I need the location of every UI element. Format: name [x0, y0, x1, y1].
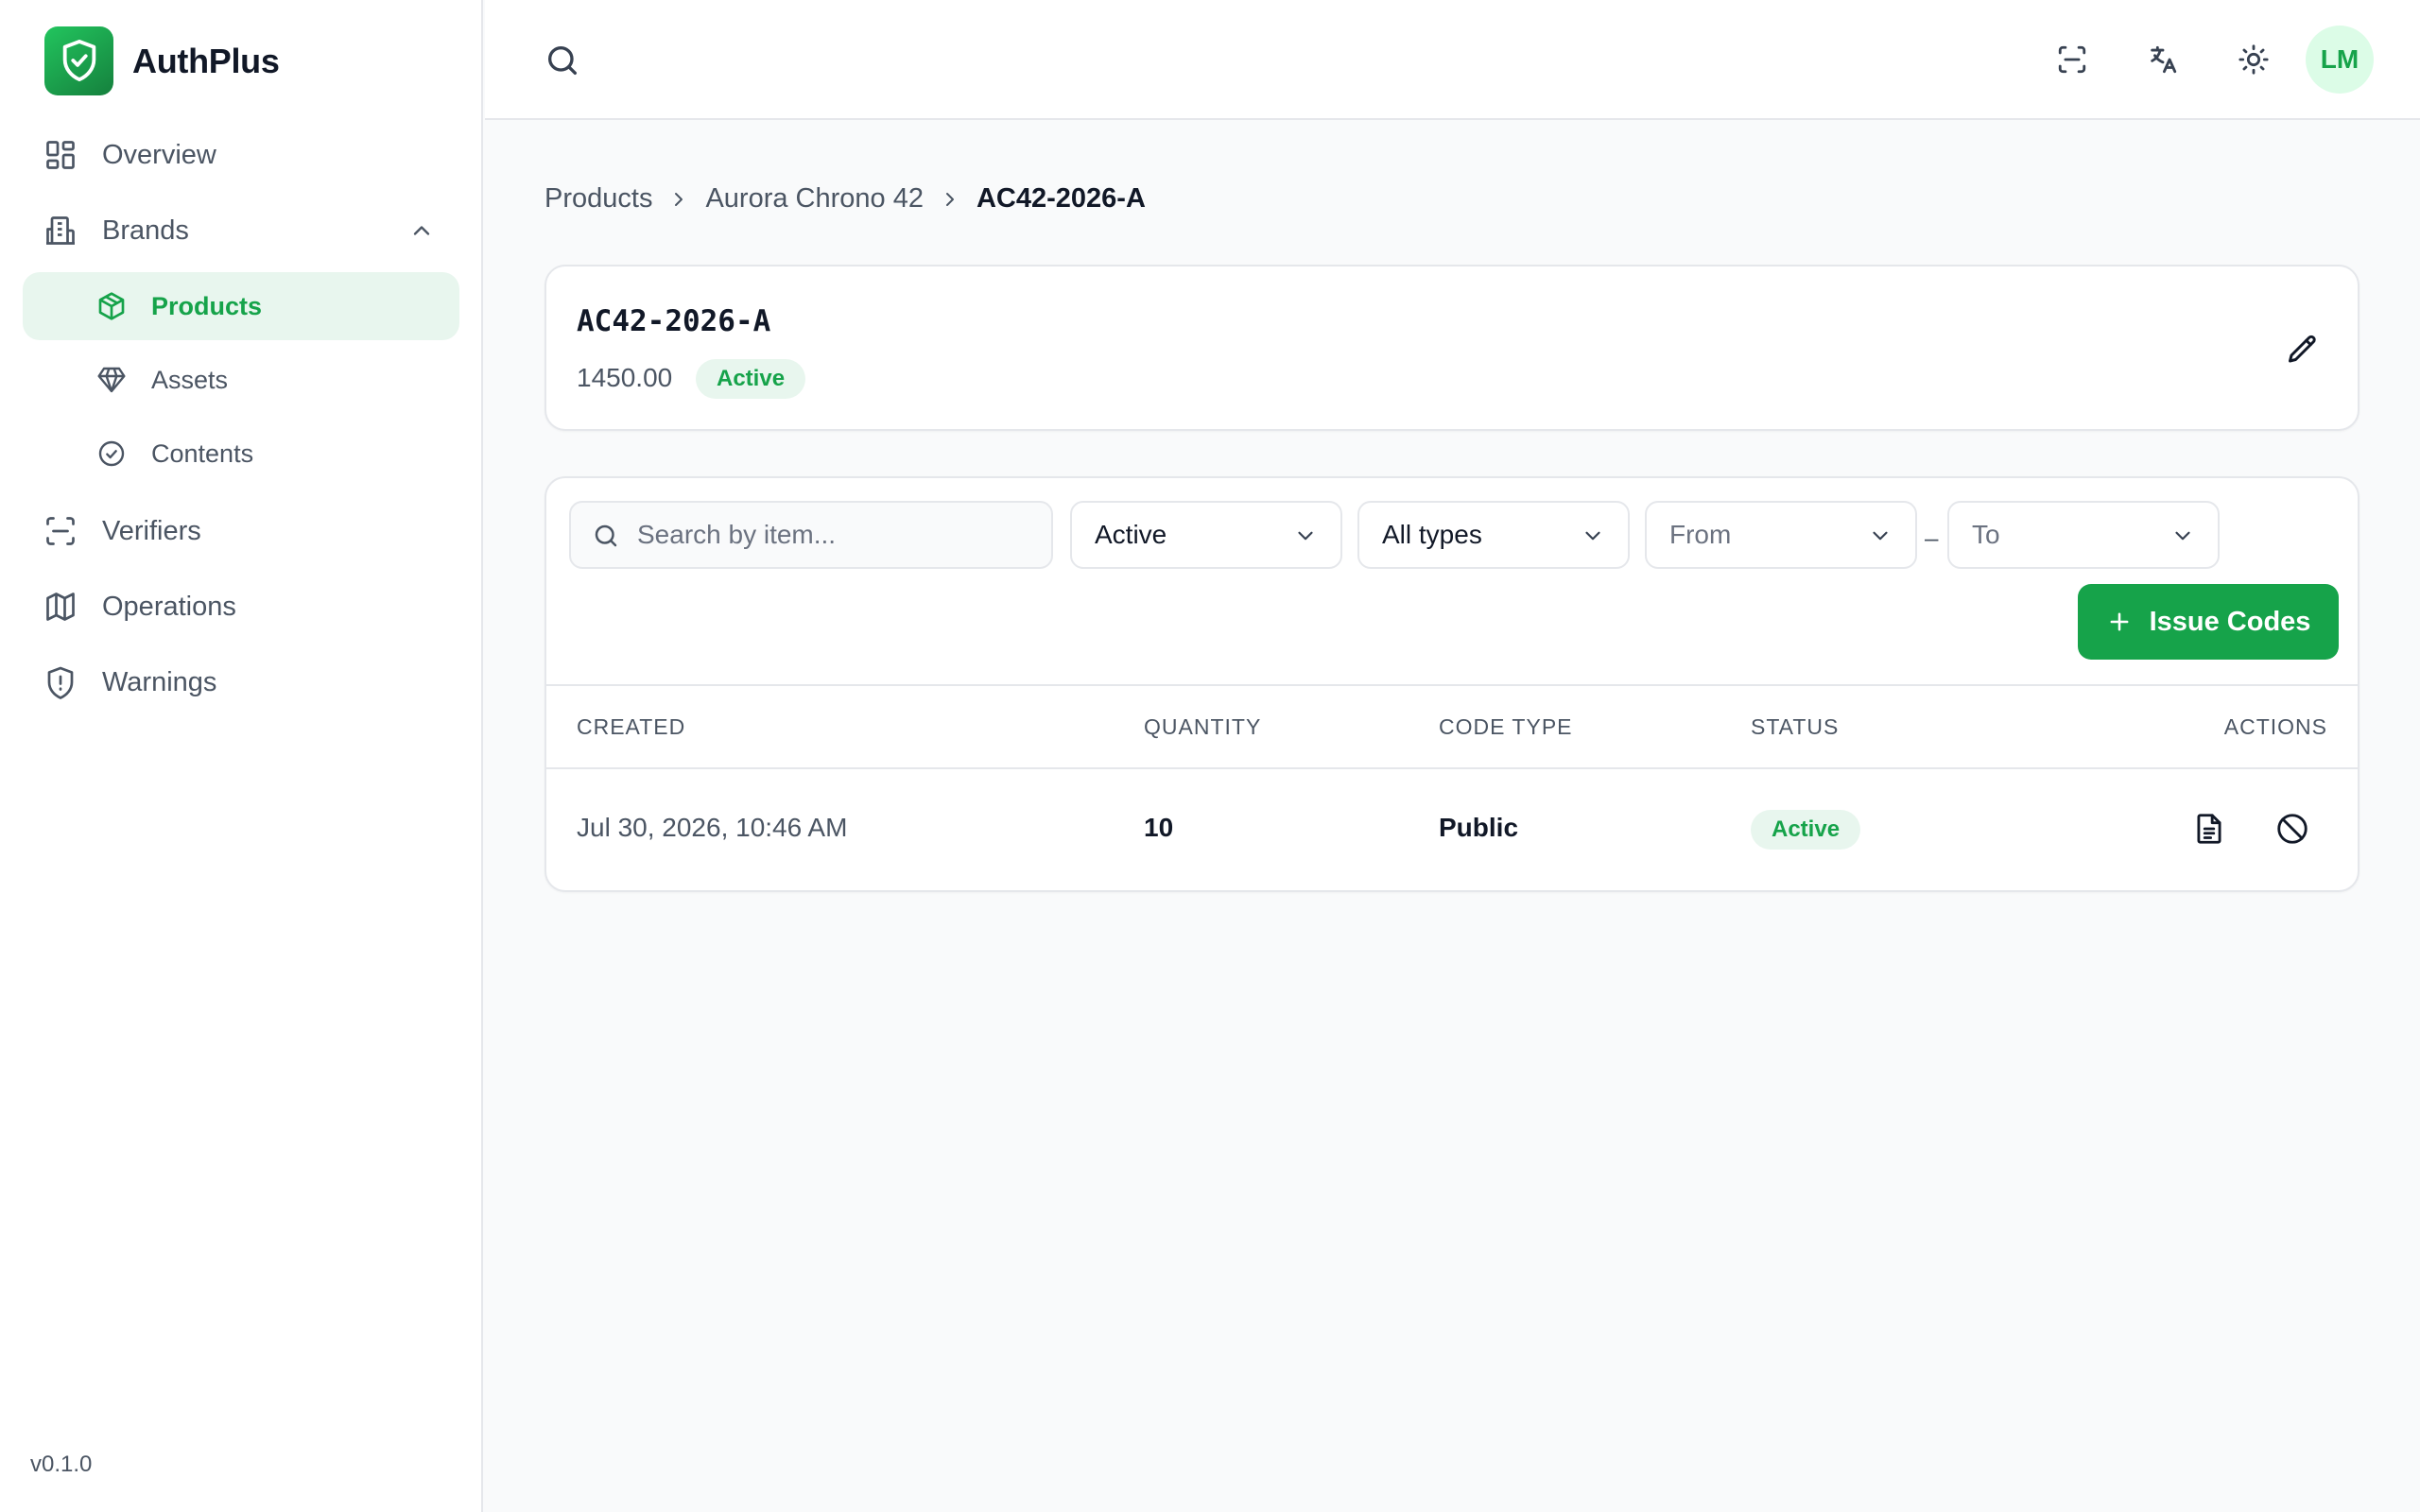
chevron-right-icon: [945, 192, 954, 206]
app-version: v0.1.0: [30, 1452, 93, 1477]
from-date-placeholder: From: [1669, 520, 1732, 549]
sidebar: AuthPlus Overview Brands Products Assets…: [0, 0, 483, 1512]
type-filter-select[interactable]: All types: [1357, 501, 1630, 569]
chevron-up-icon[interactable]: [408, 217, 435, 244]
table-header: CREATED QUANTITY CODE TYPE STATUS ACTION…: [546, 684, 2358, 769]
sidebar-item-label: Verifiers: [102, 515, 201, 546]
chevron-down-icon: [2175, 531, 2190, 541]
chevron-right-icon: [675, 192, 683, 206]
sidebar-item-assets[interactable]: Assets: [23, 346, 459, 414]
issue-codes-label: Issue Codes: [2149, 606, 2311, 637]
translate-icon: [2151, 45, 2177, 74]
check-circle-icon: [98, 440, 125, 467]
column-actions: ACTIONS: [2223, 714, 2327, 739]
sidebar-item-label: Warnings: [102, 666, 217, 697]
sidebar-item-label: Products: [151, 291, 263, 320]
table-row: Jul 30, 2026, 10:46 AM 10 Public Active: [546, 769, 2358, 890]
status-filter-select[interactable]: Active: [1070, 501, 1342, 569]
chevron-down-icon: [1873, 531, 1888, 541]
status-badge: Active: [1751, 810, 1861, 850]
sidebar-item-label: Operations: [102, 591, 236, 622]
to-date-placeholder: To: [1972, 520, 2000, 549]
sidebar-item-label: Brands: [102, 215, 189, 246]
package-icon: [98, 292, 125, 320]
building-icon: [46, 216, 75, 245]
sidebar-item-products[interactable]: Products: [23, 272, 459, 340]
scan-icon: [2058, 45, 2086, 74]
search-field[interactable]: [569, 501, 1053, 569]
to-date-select[interactable]: To: [1947, 501, 2220, 569]
type-filter-value: All types: [1382, 520, 1482, 549]
theme-toggle-button[interactable]: [2236, 42, 2272, 77]
sidebar-item-operations[interactable]: Operations: [23, 573, 459, 641]
search-icon: [595, 524, 617, 547]
scan-button[interactable]: [2054, 42, 2090, 77]
search-icon[interactable]: [544, 42, 581, 79]
search-input[interactable]: [637, 503, 1034, 567]
dashboard-icon: [46, 141, 75, 169]
column-created: CREATED: [577, 714, 686, 739]
cell-quantity: 10: [1144, 813, 1174, 842]
codes-table-card: Active All types From – To Issue Codes C…: [544, 476, 2360, 892]
breadcrumb-products-link[interactable]: Products: [544, 183, 652, 215]
sidebar-item-label: Contents: [151, 438, 254, 468]
ban-icon[interactable]: [2274, 811, 2310, 847]
edit-pencil-icon[interactable]: [2286, 333, 2320, 367]
sidebar-item-brands[interactable]: Brands: [23, 197, 459, 265]
cell-code-type: Public: [1439, 813, 1519, 842]
app-name: AuthPlus: [132, 41, 280, 80]
map-icon: [46, 593, 75, 621]
breadcrumb-product-link[interactable]: Aurora Chrono 42: [705, 183, 924, 215]
sidebar-item-warnings[interactable]: Warnings: [23, 648, 459, 716]
chevron-down-icon: [1585, 531, 1600, 541]
plus-icon: [2110, 612, 2129, 631]
breadcrumb: Products Aurora Chrono 42 AC42-2026-A: [544, 183, 1146, 215]
sun-icon: [2238, 44, 2269, 75]
issue-codes-button[interactable]: Issue Codes: [2078, 584, 2339, 660]
status-badge: Active: [696, 359, 806, 399]
language-button[interactable]: [2145, 42, 2181, 77]
shield-alert-icon: [47, 666, 74, 699]
document-icon[interactable]: [2191, 811, 2227, 847]
top-header: LM: [485, 0, 2420, 120]
column-quantity: QUANTITY: [1144, 714, 1262, 739]
from-date-select[interactable]: From: [1645, 501, 1917, 569]
breadcrumb-current: AC42-2026-A: [976, 183, 1146, 214]
user-avatar[interactable]: LM: [2306, 26, 2374, 94]
product-price: 1450.00: [577, 363, 673, 392]
sidebar-item-label: Assets: [151, 365, 229, 394]
scan-icon: [46, 517, 75, 545]
sidebar-item-label: Overview: [102, 139, 216, 170]
sidebar-item-overview[interactable]: Overview: [23, 121, 459, 189]
sidebar-item-verifiers[interactable]: Verifiers: [23, 497, 459, 565]
sidebar-item-contents[interactable]: Contents: [23, 420, 459, 488]
cell-created: Jul 30, 2026, 10:46 AM: [577, 813, 848, 842]
app-logo[interactable]: AuthPlus: [44, 26, 280, 95]
product-summary-card: AC42-2026-A 1450.00 Active: [544, 265, 2360, 431]
product-sku: AC42-2026-A: [577, 304, 771, 338]
shield-logo-icon: [44, 26, 113, 95]
chevron-down-icon: [1298, 531, 1313, 541]
gem-icon: [97, 367, 126, 393]
status-filter-value: Active: [1095, 520, 1167, 549]
date-range-separator: –: [1925, 524, 1939, 552]
column-code-type: CODE TYPE: [1439, 714, 1573, 739]
column-status: STATUS: [1751, 714, 1840, 739]
